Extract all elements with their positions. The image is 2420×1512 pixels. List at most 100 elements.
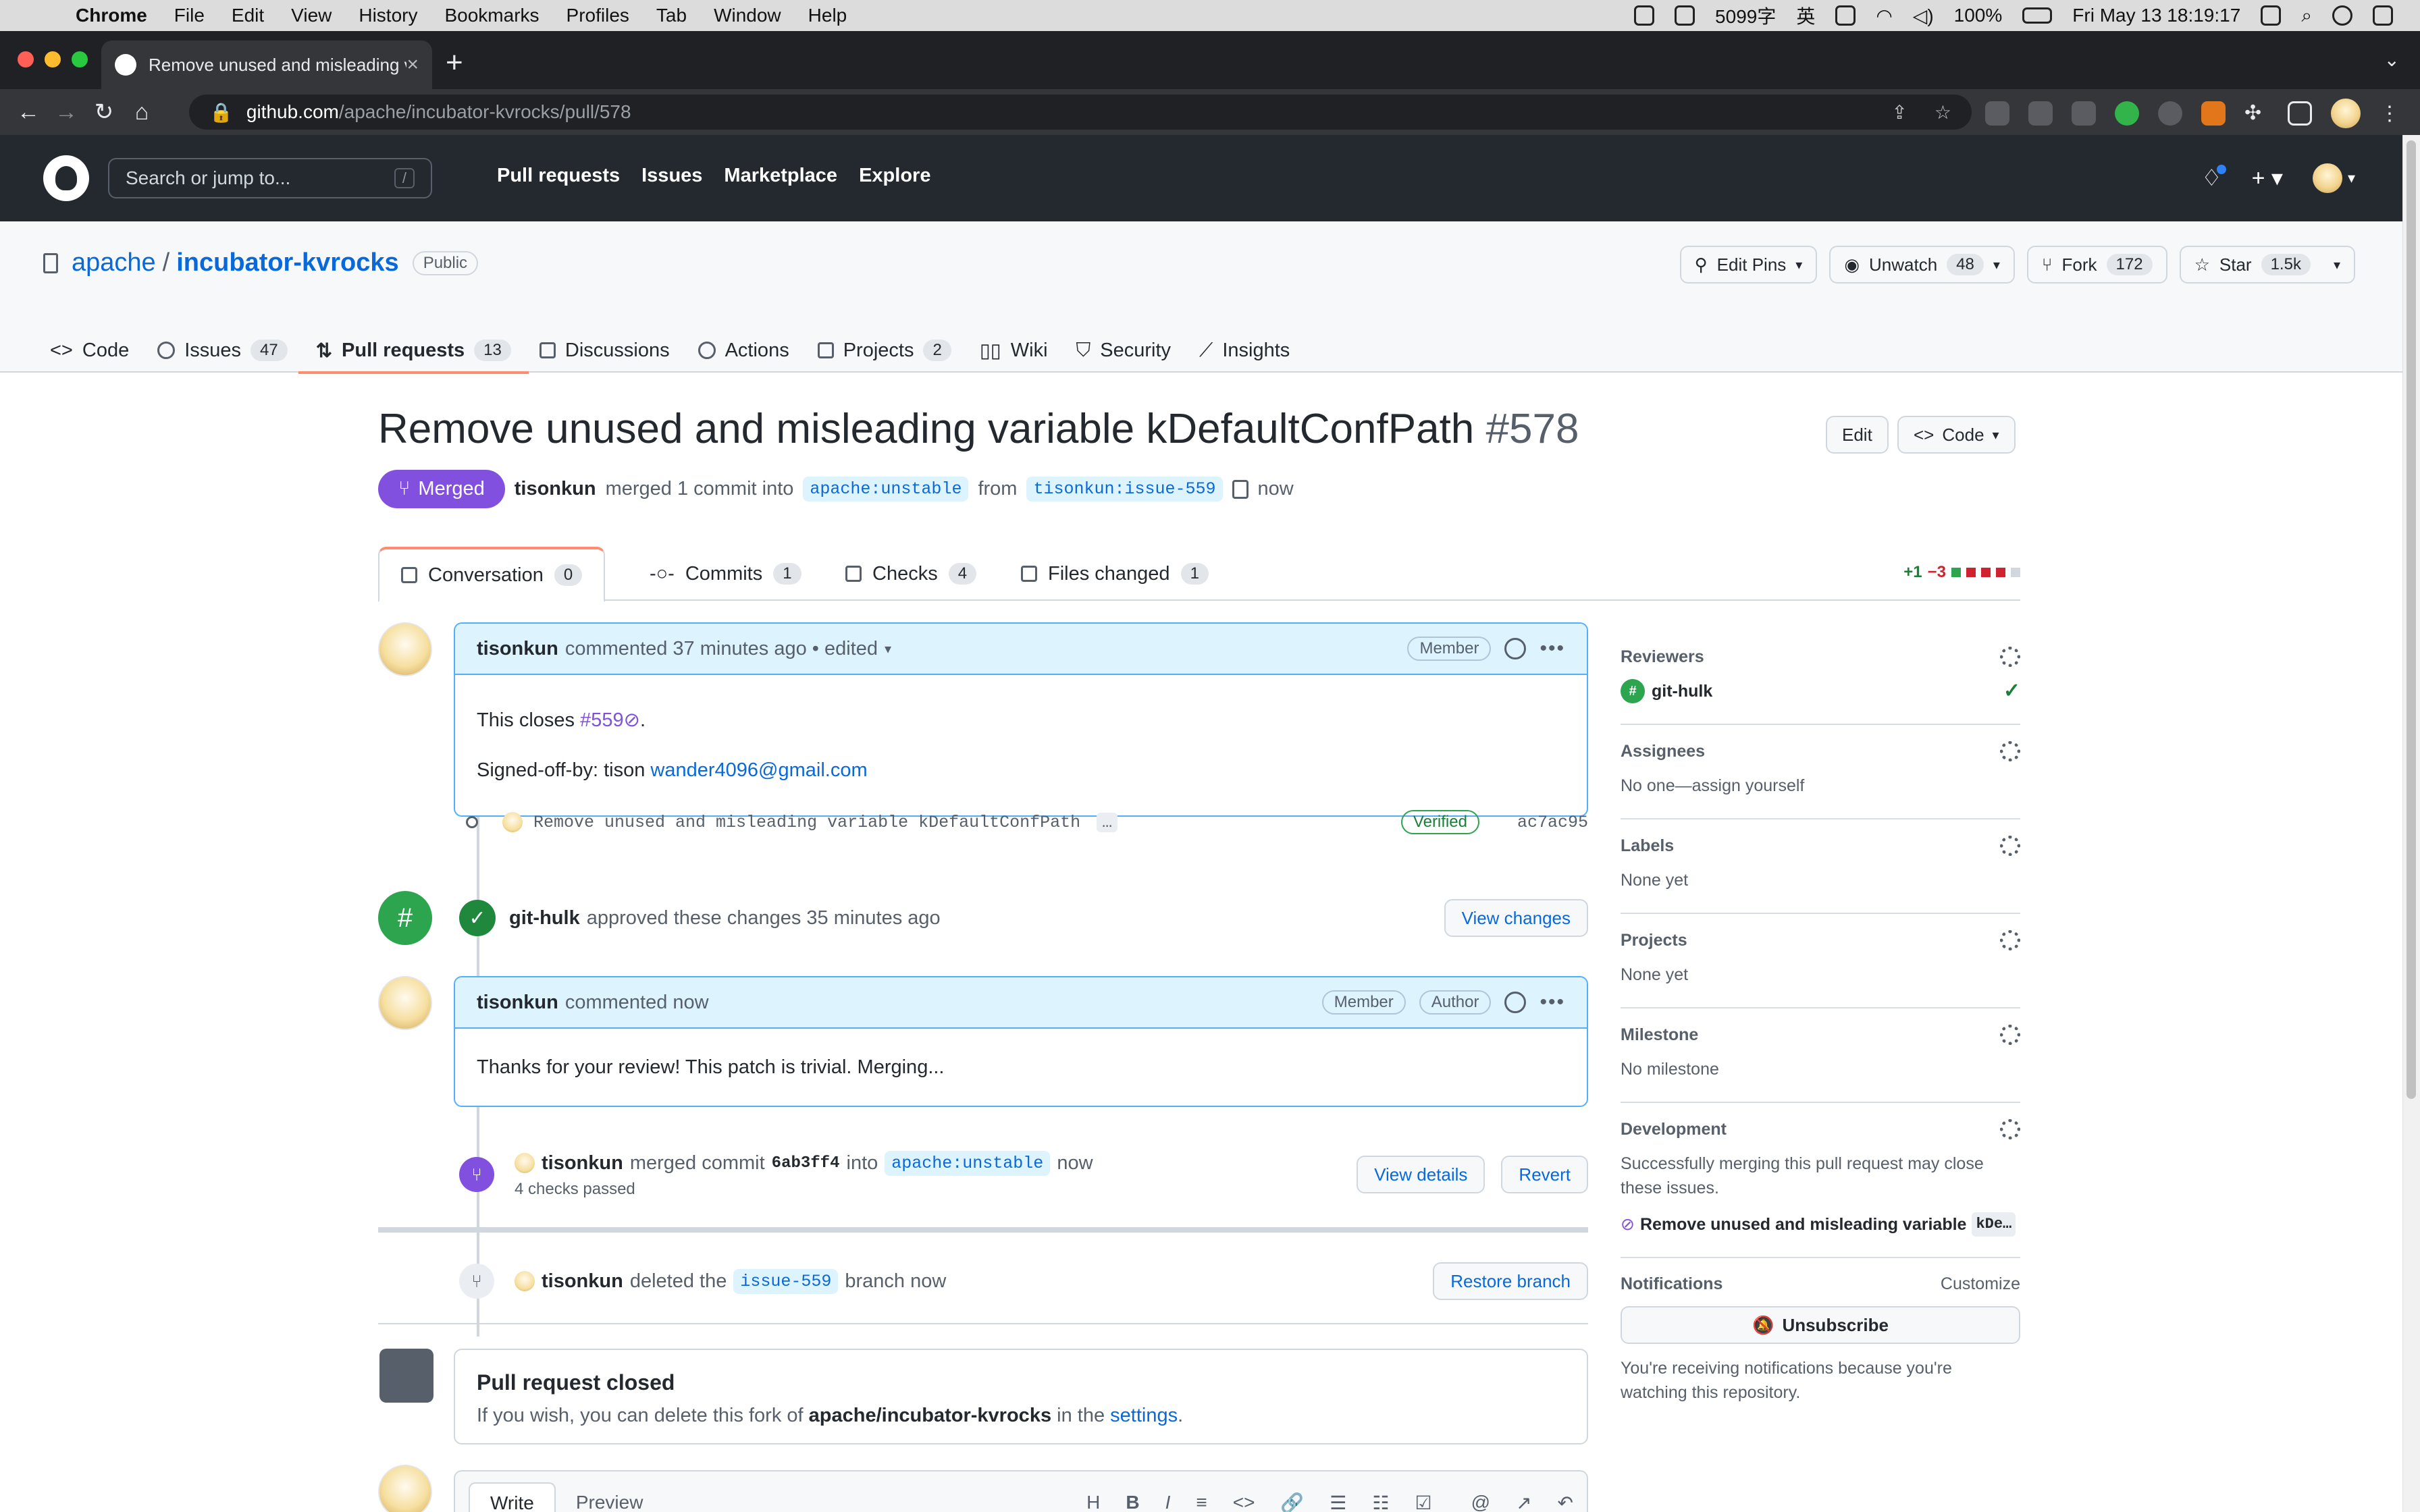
menu-history[interactable]: History <box>359 5 417 26</box>
merge-base-branch[interactable]: apache:unstable <box>885 1150 1051 1176</box>
forward-icon[interactable]: → <box>47 99 85 126</box>
gear-icon[interactable] <box>2000 930 2020 950</box>
menu-bookmarks[interactable]: Bookmarks <box>444 5 539 26</box>
commit-sha-link[interactable]: ac7ac95 <box>1517 813 1588 832</box>
gear-icon[interactable] <box>2000 1025 2020 1045</box>
star-button[interactable]: ☆ Star 1.5k ▾ <box>2179 246 2355 284</box>
nav-issues[interactable]: Issues <box>641 165 702 187</box>
current-user-avatar[interactable] <box>378 1465 432 1512</box>
merge-time[interactable]: now <box>1258 478 1294 500</box>
menu-profiles[interactable]: Profiles <box>567 5 629 26</box>
tab-conversation[interactable]: Conversation 0 <box>378 547 606 602</box>
bold-icon[interactable]: B <box>1126 1492 1139 1512</box>
caret-down-icon[interactable]: ▾ <box>1993 256 2000 273</box>
home-icon[interactable]: ⌂ <box>123 99 161 126</box>
headphones-icon[interactable] <box>1675 5 1695 26</box>
development-header[interactable]: Development <box>1621 1119 2020 1139</box>
notes-icon[interactable] <box>2261 5 2282 26</box>
new-tab-icon[interactable]: + <box>446 46 463 80</box>
scrollbar-thumb[interactable] <box>2406 140 2416 1099</box>
deleted-branch[interactable]: issue-559 <box>733 1268 839 1294</box>
unsubscribe-button[interactable]: 🔕 Unsubscribe <box>1621 1306 2020 1344</box>
wifi-icon[interactable]: ◠ <box>1876 5 1892 27</box>
share-icon[interactable]: ⇪ <box>1891 101 1907 124</box>
pr-author-link[interactable]: tisonkun <box>515 478 596 500</box>
tab-security[interactable]: ⛉ Security <box>1076 328 1172 373</box>
verified-badge[interactable]: Verified <box>1400 810 1479 834</box>
airplay-icon[interactable] <box>1835 5 1856 26</box>
linked-issue[interactable]: ⊘ Remove unused and misleading variable … <box>1621 1212 2020 1237</box>
projects-header[interactable]: Projects <box>1621 930 2020 950</box>
notifications-bell-icon[interactable]: ♢ <box>2201 165 2227 192</box>
reload-icon[interactable]: ↻ <box>85 99 123 126</box>
numbered-list-icon[interactable]: ☷ <box>1372 1492 1389 1512</box>
mention-icon[interactable]: @ <box>1471 1492 1490 1512</box>
task-list-icon[interactable]: ☑ <box>1415 1492 1432 1512</box>
milestone-header[interactable]: Milestone <box>1621 1025 2020 1045</box>
lock-icon[interactable]: 🔒 <box>209 101 233 124</box>
comment-author-avatar[interactable] <box>378 976 432 1030</box>
reference-icon[interactable]: ↗ <box>1516 1492 1531 1512</box>
comment-meta[interactable]: commented 37 minutes ago • edited <box>565 638 878 660</box>
edit-title-button[interactable]: Edit <box>1826 416 1889 454</box>
tab-wiki[interactable]: ▯▯ Wiki <box>980 328 1048 373</box>
write-tab[interactable]: Write <box>469 1482 556 1512</box>
fork-button[interactable]: ⑂ Fork 172 <box>2026 246 2167 284</box>
copy-icon[interactable] <box>1232 479 1248 499</box>
page-scrollbar[interactable] <box>2402 135 2420 1512</box>
tab-discussions[interactable]: Discussions <box>539 328 670 373</box>
code-dropdown-button[interactable]: <> Code ▾ <box>1897 416 2016 454</box>
gear-icon[interactable] <box>2000 1119 2020 1139</box>
side-panel-icon[interactable] <box>2288 101 2312 126</box>
commit-author-avatar[interactable] <box>502 812 523 832</box>
cloud-icon[interactable] <box>1634 5 1655 26</box>
assignees-value[interactable]: No one—assign yourself <box>1621 774 2020 798</box>
tab-close-icon[interactable]: × <box>406 53 419 76</box>
nav-explore[interactable]: Explore <box>859 165 930 187</box>
italic-icon[interactable]: I <box>1165 1492 1171 1512</box>
kebab-menu-icon[interactable]: ••• <box>1540 637 1565 660</box>
user-menu[interactable]: ▾ <box>2312 163 2355 193</box>
restore-branch-button[interactable]: Restore branch <box>1433 1262 1588 1300</box>
comment-author-link[interactable]: tisonkun <box>477 992 558 1014</box>
volume-icon[interactable]: ◁) <box>1913 5 1934 27</box>
tab-actions[interactable]: Actions <box>698 328 789 373</box>
extensions-puzzle-icon[interactable]: ✣ <box>2244 101 2269 126</box>
browser-tab-active[interactable]: Remove unused and misleading variable kD… <box>101 40 432 89</box>
chrome-menu-icon[interactable]: ⋮ <box>2379 102 2400 126</box>
menu-file[interactable]: File <box>174 5 205 26</box>
dropbox-icon[interactable] <box>2072 101 2096 126</box>
reviewer-avatar[interactable]: # <box>378 891 432 945</box>
edit-pins-button[interactable]: ⚲ Edit Pins ▾ <box>1679 246 1818 284</box>
menu-window[interactable]: Window <box>714 5 781 26</box>
merger-avatar[interactable] <box>515 1153 535 1173</box>
smiley-icon[interactable] <box>1504 992 1527 1013</box>
tab-projects[interactable]: Projects 2 <box>817 328 951 373</box>
tab-pull-requests[interactable]: ⇅ Pull requests 13 <box>298 328 529 374</box>
back-icon[interactable]: ← <box>9 99 47 126</box>
commit-message-link[interactable]: Remove unused and misleading variable kD… <box>533 813 1080 832</box>
battery-icon[interactable] <box>2022 7 2053 24</box>
address-bar[interactable]: 🔒 github.com /apache/incubator-kvrocks/p… <box>189 94 1972 130</box>
extension-1-icon[interactable] <box>1985 101 2009 126</box>
menu-view[interactable]: View <box>291 5 332 26</box>
menu-edit[interactable]: Edit <box>232 5 264 26</box>
window-zoom-icon[interactable] <box>72 51 88 68</box>
repo-owner-link[interactable]: apache <box>72 248 156 277</box>
kebab-menu-icon[interactable]: ••• <box>1540 991 1565 1014</box>
unwatch-button[interactable]: ◉ Unwatch 48 ▾ <box>1829 246 2015 284</box>
base-branch[interactable]: apache:unstable <box>803 477 969 502</box>
menu-help[interactable]: Help <box>808 5 847 26</box>
bookmark-star-icon[interactable]: ☆ <box>1935 101 1951 124</box>
merger-link[interactable]: tisonkun <box>542 1152 623 1174</box>
nav-marketplace[interactable]: Marketplace <box>724 165 837 187</box>
menu-chrome[interactable]: Chrome <box>76 5 147 26</box>
star-list-caret-icon[interactable]: ▾ <box>2334 256 2340 273</box>
head-branch[interactable]: tisonkun:issue-559 <box>1026 477 1223 502</box>
view-details-button[interactable]: View details <box>1357 1156 1485 1193</box>
tab-files-changed[interactable]: Files changed 1 <box>999 547 1230 601</box>
reviewer-avatar-small[interactable]: # <box>1621 679 1645 703</box>
tab-commits[interactable]: -○- Commits 1 <box>628 547 823 601</box>
window-close-icon[interactable] <box>18 51 34 68</box>
comment-meta[interactable]: commented now <box>565 992 709 1014</box>
